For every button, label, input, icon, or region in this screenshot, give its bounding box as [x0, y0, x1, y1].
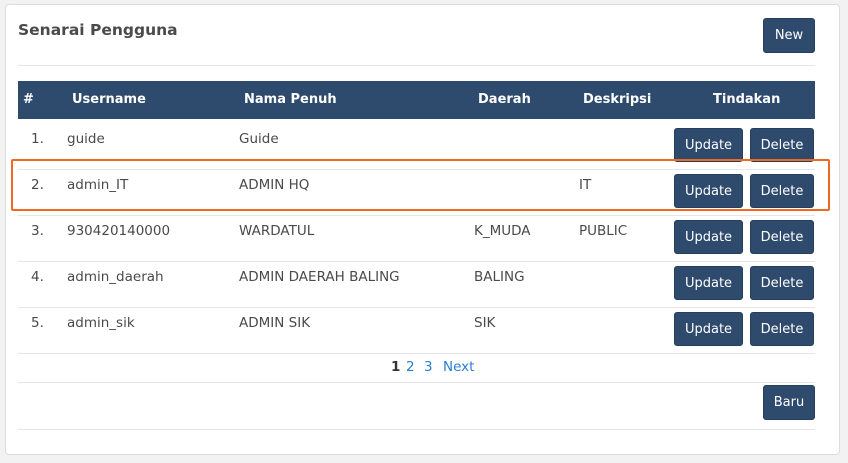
next-page-link[interactable]: Next [443, 359, 474, 375]
new-button[interactable]: New [763, 18, 815, 53]
row-daerah: K_MUDA [474, 223, 531, 239]
row-daerah: SIK [474, 315, 496, 331]
row-number: 2. [31, 177, 44, 193]
baru-button[interactable]: Baru [763, 385, 815, 420]
update-button[interactable]: Update [674, 174, 743, 208]
row-username: guide [67, 131, 105, 147]
table-row: 2. admin_IT ADMIN HQ IT Update Delete [18, 169, 815, 216]
row-nama-penuh: WARDATUL [239, 223, 315, 239]
row-number: 4. [31, 269, 44, 285]
table-header: # Username Nama Penuh Daerah Deskripsi T… [18, 81, 815, 119]
page-link-2[interactable]: 2 [406, 359, 415, 375]
column-header-username: Username [72, 92, 146, 107]
row-username: admin_daerah [67, 269, 164, 285]
divider [18, 382, 815, 383]
page-title: Senarai Pengguna [18, 21, 178, 39]
update-button[interactable]: Update [674, 312, 743, 346]
row-nama-penuh: ADMIN DAERAH BALING [239, 269, 400, 285]
table-row: 1. guide Guide Update Delete [18, 123, 815, 170]
table-row: 3. 930420140000 WARDATUL K_MUDA PUBLIC U… [18, 215, 815, 262]
row-deskripsi: IT [579, 177, 592, 193]
delete-button[interactable]: Delete [750, 220, 814, 254]
row-nama-penuh: ADMIN HQ [239, 177, 310, 193]
column-header-tindakan: Tindakan [713, 92, 781, 107]
row-username: admin_IT [67, 177, 129, 193]
column-header-nama-penuh: Nama Penuh [244, 92, 337, 107]
delete-button[interactable]: Delete [750, 266, 814, 300]
row-nama-penuh: Guide [239, 131, 279, 147]
column-header-deskripsi: Deskripsi [583, 92, 652, 107]
pagination: 1 2 3 Next [0, 359, 848, 377]
table-row: 5. admin_sik ADMIN SIK SIK Update Delete [18, 307, 815, 354]
divider [18, 65, 815, 66]
page-link-3[interactable]: 3 [424, 359, 433, 375]
column-header-daerah: Daerah [478, 92, 531, 107]
row-nama-penuh: ADMIN SIK [239, 315, 311, 331]
update-button[interactable]: Update [674, 220, 743, 254]
page-current: 1 [391, 359, 401, 375]
delete-button[interactable]: Delete [750, 128, 814, 162]
row-username: admin_sik [67, 315, 135, 331]
update-button[interactable]: Update [674, 128, 743, 162]
delete-button[interactable]: Delete [750, 312, 814, 346]
column-header-number: # [23, 92, 34, 107]
row-number: 5. [31, 315, 44, 331]
divider [18, 429, 815, 430]
table-row: 4. admin_daerah ADMIN DAERAH BALING BALI… [18, 261, 815, 308]
update-button[interactable]: Update [674, 266, 743, 300]
row-deskripsi: PUBLIC [579, 223, 628, 239]
row-username: 930420140000 [67, 223, 171, 239]
row-number: 3. [31, 223, 44, 239]
row-number: 1. [31, 131, 44, 147]
row-daerah: BALING [474, 269, 525, 285]
delete-button[interactable]: Delete [750, 174, 814, 208]
